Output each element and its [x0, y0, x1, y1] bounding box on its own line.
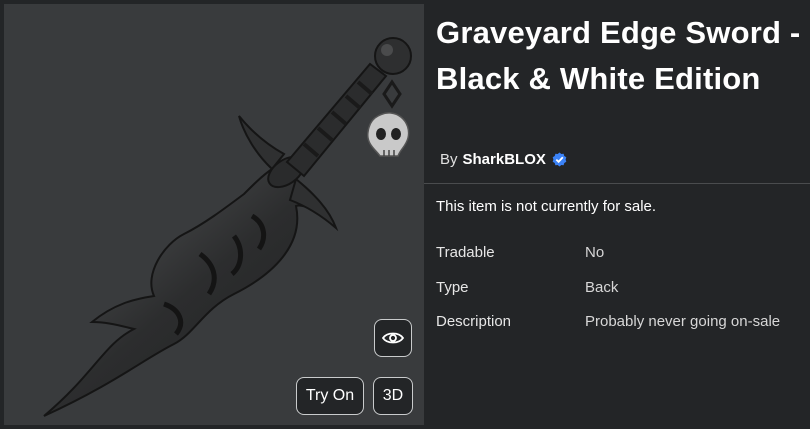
detail-value: Back — [585, 279, 619, 296]
item-title: Graveyard Edge Sword - Black & White Edi… — [436, 15, 801, 96]
item-thumbnail — [43, 37, 412, 417]
by-label: By — [440, 150, 458, 168]
creator-line: By SharkBLOX — [440, 149, 567, 169]
3d-view-button[interactable]: 3D — [373, 377, 413, 415]
try-on-button[interactable]: Try On — [296, 377, 364, 415]
verified-badge-icon — [552, 152, 567, 167]
detail-value: Probably never going on-sale — [585, 313, 781, 330]
detail-label: Description — [436, 313, 512, 330]
creator-link[interactable]: SharkBLOX — [463, 151, 546, 168]
sale-status: This item is not currently for sale. — [436, 198, 657, 215]
detail-label: Tradable — [436, 244, 495, 261]
detail-label: Type — [436, 279, 469, 296]
eye-icon — [382, 332, 404, 344]
item-preview: Try On 3D — [4, 4, 424, 425]
toggle-view-button[interactable] — [374, 319, 412, 357]
item-details-panel: Graveyard Edge Sword - Black & White Edi… — [424, 0, 810, 429]
detail-value: No — [585, 244, 605, 261]
section-divider — [424, 183, 810, 184]
